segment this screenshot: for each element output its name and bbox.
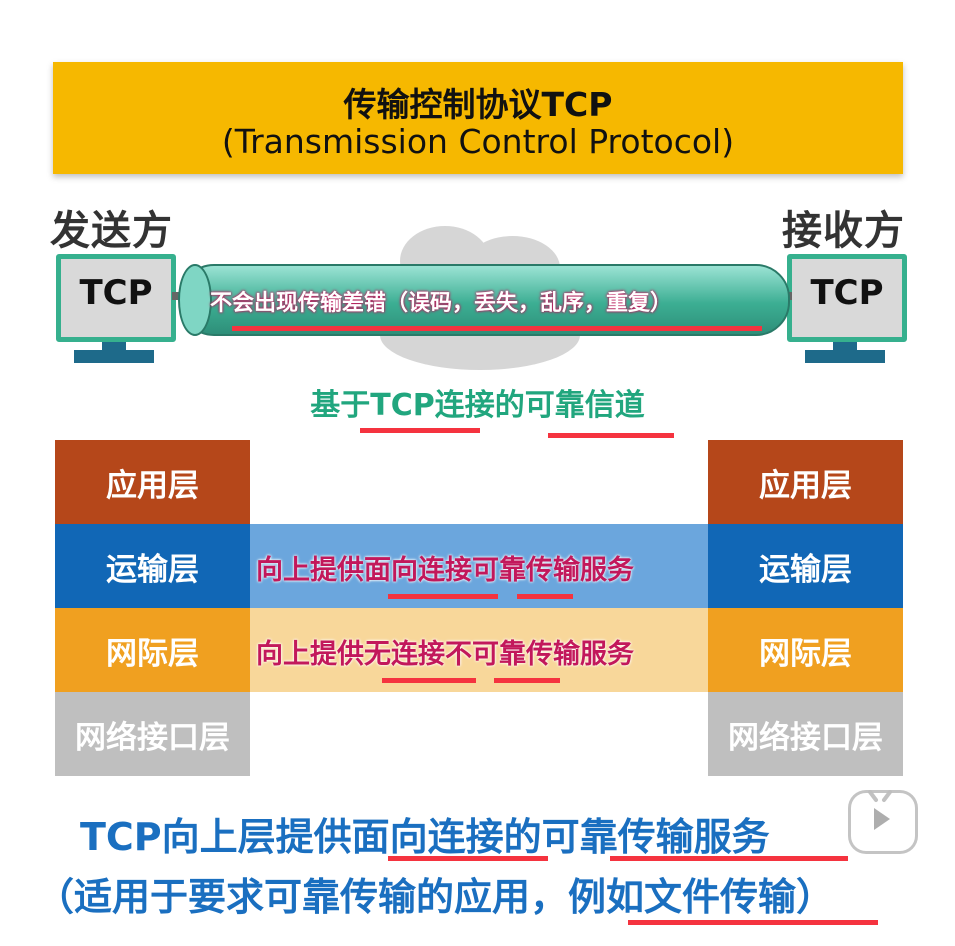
underline-mark — [628, 920, 878, 925]
right-layer-transport: 运输层 — [708, 524, 903, 608]
underline-mark — [517, 594, 573, 599]
channel-caption: 基于TCP连接的可靠信道 — [310, 388, 645, 423]
sender-screen-label: TCP — [79, 273, 153, 313]
underline-mark — [388, 594, 498, 599]
sender-label: 发送方 — [50, 208, 173, 254]
underline-mark — [382, 678, 476, 683]
play-icon[interactable] — [848, 790, 918, 854]
left-layer-application: 应用层 — [55, 440, 250, 524]
left-layer-internet: 网际层 — [55, 608, 250, 692]
right-layer-internet: 网际层 — [708, 608, 903, 692]
underline-mark — [388, 856, 548, 861]
underline-mark — [548, 433, 674, 438]
left-layer-transport: 运输层 — [55, 524, 250, 608]
title-banner: 传输控制协议TCP (Transmission Control Protocol… — [53, 62, 903, 174]
underline-mark — [494, 678, 560, 683]
right-layer-application: 应用层 — [708, 440, 903, 524]
left-layer-link: 网络接口层 — [55, 692, 250, 776]
transport-service-text: 向上提供面向连接可靠传输服务 — [256, 555, 634, 586]
underline-mark — [360, 428, 480, 433]
tcp-pipe-end — [178, 264, 212, 336]
receiver-computer-icon: TCP — [787, 254, 907, 364]
summary-line-1: TCP向上层提供面向连接的可靠传输服务 — [80, 815, 770, 859]
underline-mark — [232, 326, 762, 331]
banner-title: 传输控制协议TCP — [343, 85, 613, 124]
banner-subtitle: (Transmission Control Protocol) — [221, 122, 735, 161]
underline-mark — [610, 856, 848, 861]
right-layer-link: 网络接口层 — [708, 692, 903, 776]
summary-line-2: （适用于要求可靠传输的应用，例如文件传输） — [36, 875, 835, 919]
pipe-text: 不会出现传输差错（误码，丢失，乱序，重复） — [210, 291, 673, 316]
receiver-screen-label: TCP — [810, 273, 884, 313]
sender-computer-icon: TCP — [56, 254, 176, 364]
network-service-text: 向上提供无连接不可靠传输服务 — [256, 639, 634, 670]
receiver-label: 接收方 — [782, 208, 905, 254]
